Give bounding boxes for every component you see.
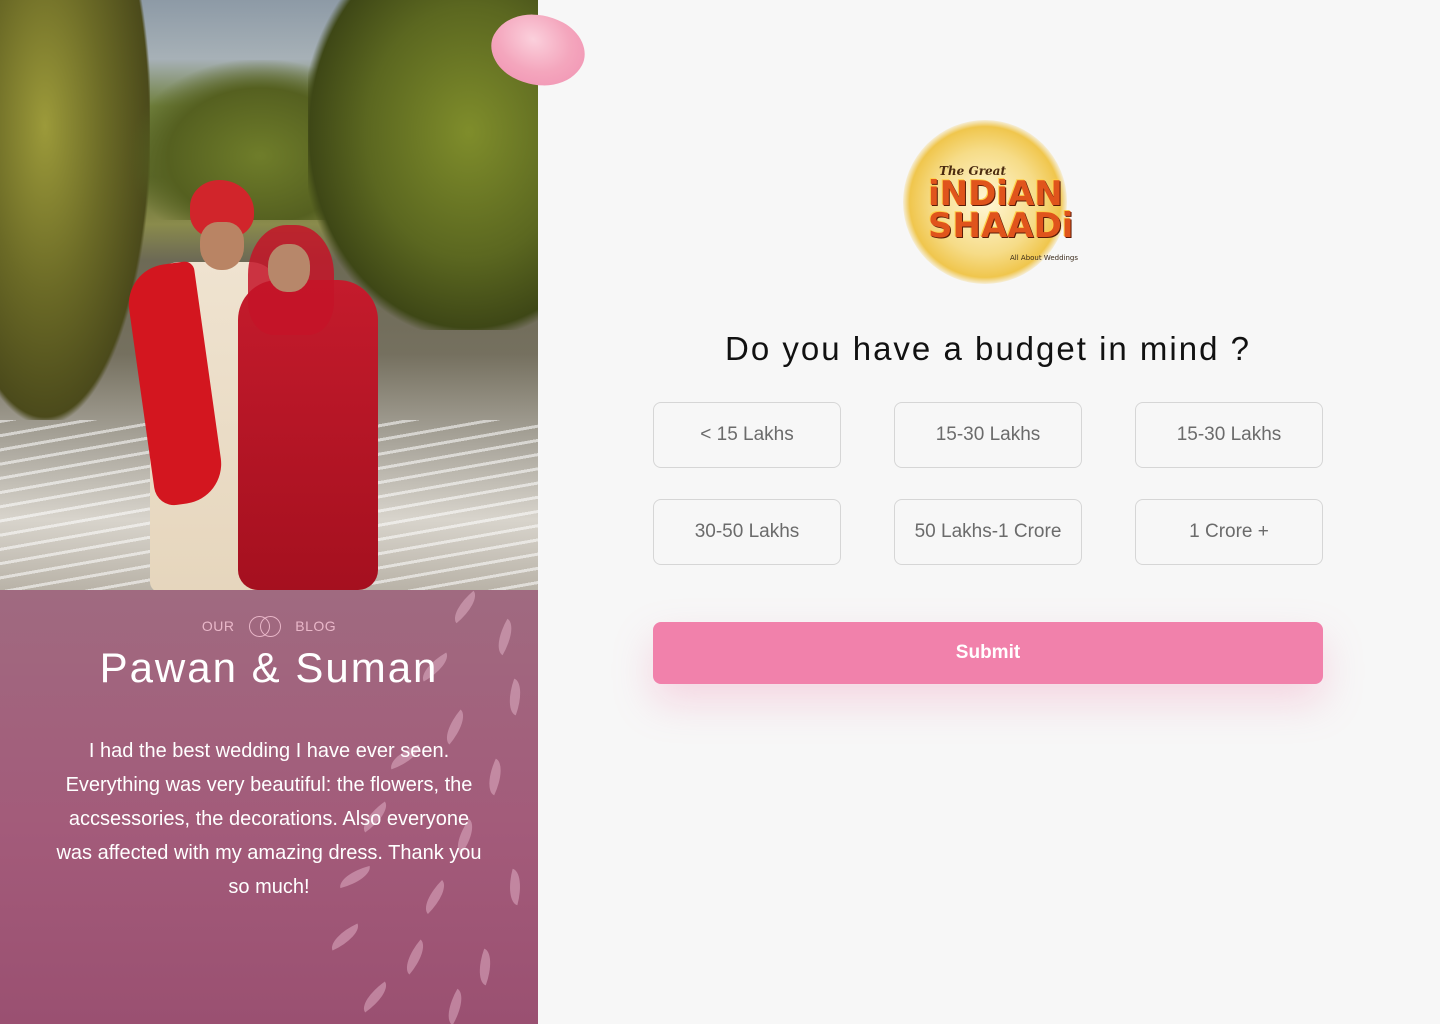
groom-face (200, 222, 244, 270)
logo-main-text: iNDiAN SHAADi (928, 177, 1074, 246)
photo-couple (123, 180, 380, 590)
brand-logo: The Great iNDiAN SHAADi All About Weddin… (883, 120, 1089, 284)
budget-question: Do you have a budget in mind ? (725, 330, 1251, 367)
option-15-30-lakhs-duplicate[interactable]: 15-30 Lakhs (1135, 402, 1323, 468)
option-under-15-lakhs[interactable]: < 15 Lakhs (653, 402, 841, 468)
bride-face (268, 244, 310, 292)
submit-button[interactable]: Submit (653, 622, 1323, 684)
option-1-crore-plus[interactable]: 1 Crore + (1135, 499, 1323, 565)
option-15-30-lakhs[interactable]: 15-30 Lakhs (894, 402, 1082, 468)
option-30-50-lakhs[interactable]: 30-50 Lakhs (653, 499, 841, 565)
left-panel: OUR BLOG Pawan & Suman I had the best we… (0, 0, 538, 1024)
photo-trees-left (0, 0, 150, 420)
blog-tag: OUR BLOG (0, 616, 538, 637)
couple-name-title: Pawan & Suman (99, 644, 439, 691)
blog-tag-blog: BLOG (295, 618, 337, 634)
wedding-rings-icon (248, 616, 281, 637)
blog-testimonial-section: OUR BLOG Pawan & Suman I had the best we… (0, 590, 538, 1024)
testimonial-text: I had the best wedding I have ever seen.… (56, 740, 482, 898)
wedding-couple-photo (0, 0, 538, 590)
blog-tag-our: OUR (201, 618, 235, 634)
option-50-lakhs-1-crore[interactable]: 50 Lakhs-1 Crore (894, 499, 1082, 565)
logo-line-2: SHAADi (928, 206, 1074, 246)
logo-tagline: All About Weddings (1010, 254, 1079, 262)
